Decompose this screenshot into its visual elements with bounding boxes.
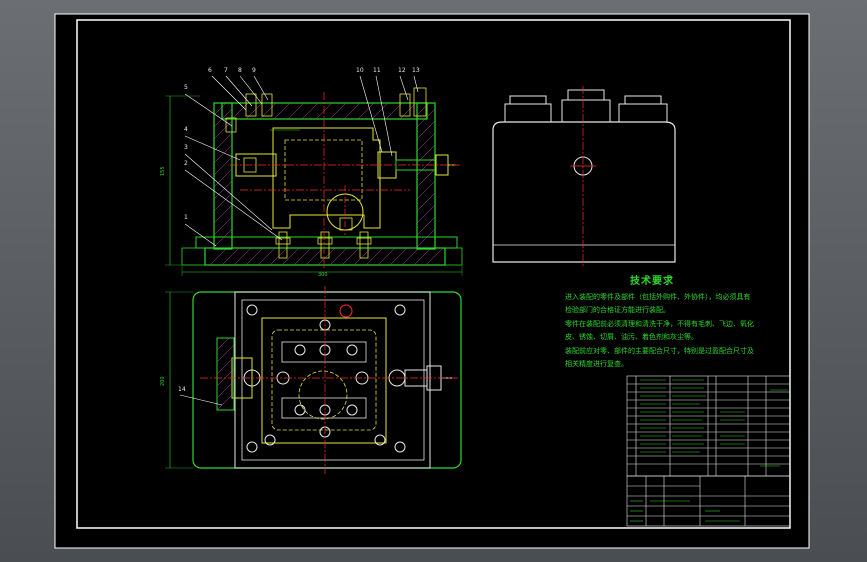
title-block-text-marks <box>630 389 788 522</box>
front-section-view <box>165 75 463 276</box>
technical-requirement-line: 零件在装配前必须清理和清洗干净，不得有毛刺、飞边、氧化 <box>565 320 754 328</box>
technical-requirement-line: 装配前应对零、部件的主要配合尺寸，特别是过盈配合尺寸及 <box>565 347 754 355</box>
dimension-text: 300 <box>318 272 328 278</box>
leaders-front <box>184 75 419 247</box>
cad-drawing <box>54 13 810 549</box>
balloon-number: 6 <box>208 67 212 74</box>
balloon-number: 3 <box>184 144 188 151</box>
balloon-number: 2 <box>184 160 188 167</box>
balloon-number: 13 <box>412 67 420 74</box>
parts-list-table <box>626 375 791 477</box>
balloon-number: 5 <box>184 84 188 91</box>
balloon-number: 10 <box>356 67 364 74</box>
balloon-number: 14 <box>178 386 186 393</box>
balloon-number: 7 <box>224 67 228 74</box>
technical-requirements-title: 技术要求 <box>630 276 674 287</box>
technical-requirement-line: 相关精度进行复查。 <box>565 360 628 368</box>
balloon-number: 12 <box>398 67 406 74</box>
technical-requirement-line: 皮、锈蚀、切屑、油污、着色剂和灰尘等。 <box>565 333 698 341</box>
plan-view <box>165 286 462 474</box>
technical-requirement-line: 检验部门的合格证方能进行装配。 <box>565 306 670 314</box>
side-view <box>492 86 676 266</box>
balloon-number: 1 <box>184 214 188 221</box>
base-hatching <box>209 247 444 266</box>
balloon-number: 9 <box>252 67 256 74</box>
balloon-number: 8 <box>238 67 242 74</box>
technical-requirement-line: 进入装配的零件及部件（包括外购件、外协件），均必须具有 <box>565 293 751 301</box>
balloon-number: 11 <box>373 67 381 74</box>
dimension-text: 200 <box>160 376 166 386</box>
balloon-number: 4 <box>184 126 188 133</box>
dimension-text: 155 <box>160 166 166 176</box>
